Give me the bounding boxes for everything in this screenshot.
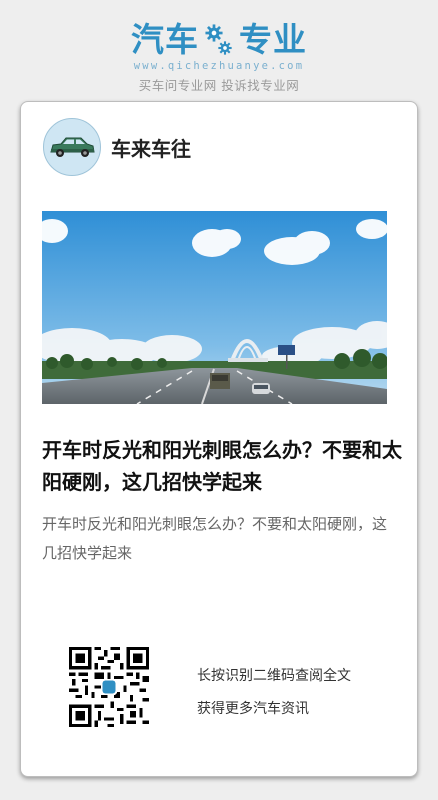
logo-text-right: 专业: [239, 20, 307, 59]
qr-caption-line1: 长按识别二维码查阅全文: [197, 668, 351, 684]
article-summary: 开车时反光和阳光刺眼怎么办？不要和太阳硬刚，这几招快学起来: [42, 515, 388, 562]
logo-wordmark: 汽车 专业: [131, 22, 307, 58]
qr-code[interactable]: [69, 647, 149, 727]
qr-caption-line2: 获得更多汽车资讯: [197, 701, 309, 717]
car-icon[interactable]: [43, 118, 101, 176]
site-domain: www.qichezhuanye.com: [133, 60, 305, 72]
site-logo: 汽车 专业 www.qichezhuanye.com 买车问专业网 投诉找专业网: [0, 22, 438, 94]
hero-image[interactable]: [42, 211, 387, 404]
site-tagline: 买车问专业网 投诉找专业网: [138, 78, 300, 93]
gear-icon: [205, 24, 233, 56]
article-card[interactable]: 车来车往 开车时反光和阳光刺眼怎么办？不要和太阳硬刚，这几招快学起来 开车时反光…: [20, 101, 418, 777]
author-row[interactable]: 车来车往: [43, 118, 191, 176]
author-name[interactable]: 车来车往: [111, 133, 191, 162]
article-title[interactable]: 开车时反光和阳光刺眼怎么办？不要和太阳硬刚，这几招快学起来: [42, 434, 402, 498]
logo-text-left: 汽车: [131, 20, 199, 59]
qr-caption: 长按识别二维码查阅全文 获得更多汽车资讯: [197, 660, 351, 726]
